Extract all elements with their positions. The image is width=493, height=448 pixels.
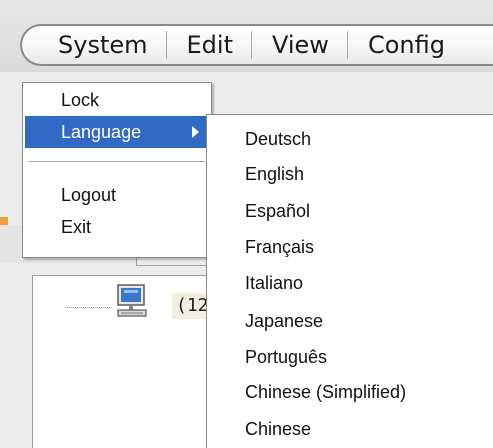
menu-divider [29, 161, 205, 162]
tree-connector [67, 307, 112, 308]
system-dropdown: Lock Language Logout Exit [22, 82, 212, 258]
menu-item-language[interactable]: Language [25, 116, 209, 148]
language-option-espanol[interactable]: Español [245, 199, 310, 223]
app-window: System Edit View Config (12 Lock Languag… [0, 0, 493, 448]
language-option-chinese-simplified[interactable]: Chinese (Simplified) [245, 380, 406, 404]
language-option-portugues[interactable]: Português [245, 345, 327, 369]
menu-view[interactable]: View [252, 25, 347, 65]
language-option-japanese[interactable]: Japanese [245, 309, 323, 333]
top-bar: System Edit View Config [0, 0, 493, 72]
menu-item-logout[interactable]: Logout [25, 179, 209, 211]
main-menubar: System Edit View Config [20, 24, 493, 66]
menu-system[interactable]: System [36, 25, 166, 65]
language-option-deutsch[interactable]: Deutsch [245, 127, 311, 151]
triangle-right-icon [192, 126, 199, 138]
menu-config[interactable]: Config [348, 25, 463, 65]
language-option-english[interactable]: English [245, 162, 304, 186]
language-option-italiano[interactable]: Italiano [245, 271, 303, 295]
language-option-chinese[interactable]: Chinese [245, 417, 311, 441]
language-submenu: Deutsch English Español Français Italian… [206, 114, 493, 448]
menu-edit[interactable]: Edit [167, 25, 251, 65]
menu-item-language-label: Language [61, 122, 142, 142]
menu-item-exit[interactable]: Exit [25, 211, 209, 243]
language-option-francais[interactable]: Français [245, 235, 314, 259]
menu-item-lock[interactable]: Lock [25, 84, 209, 116]
computer-monitor-icon[interactable] [115, 283, 149, 319]
